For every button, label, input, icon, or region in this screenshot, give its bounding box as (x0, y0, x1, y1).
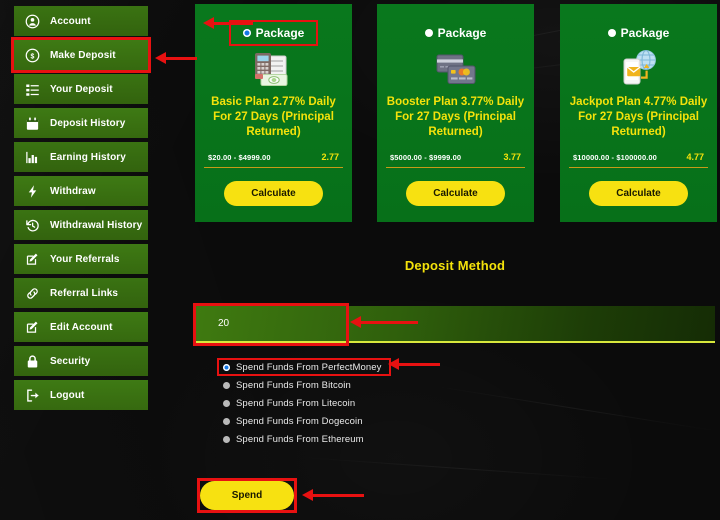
package-label: Package (255, 26, 305, 40)
sidebar-item-label: Your Deposit (50, 83, 113, 95)
mobile-globe-payment-icon (613, 48, 665, 90)
sidebar-item-your-referrals[interactable]: Your Referrals (14, 244, 148, 274)
page-root: Account $ Make Deposit Your Deposit Deposit … (0, 0, 720, 520)
package-card[interactable]: Package Basic Plan 2.77% Daily For 27 Day… (195, 4, 352, 222)
annotation-arrow-spend (302, 489, 364, 502)
sidebar-item-security[interactable]: Security (14, 346, 148, 376)
package-price-row: $5000.00 - $9999.00 3.77 (386, 152, 525, 168)
package-label: Package (437, 26, 487, 40)
package-price-range: $20.00 - $4999.00 (208, 153, 271, 162)
package-radio-icon[interactable] (424, 29, 433, 37)
package-card[interactable]: Package Jackpot Plan 4.77% Daily For 27 D… (560, 4, 717, 222)
sidebar-item-make-deposit[interactable]: $ Make Deposit (11, 37, 151, 73)
deposit-amount-field-wrapper (193, 303, 715, 346)
deposit-method-option[interactable]: Spend Funds From Litecoin (219, 394, 381, 412)
calculate-button[interactable]: Calculate (224, 181, 323, 206)
package-title: Booster Plan 3.77% Daily For 27 Days (Pr… (386, 96, 525, 139)
svg-text:$: $ (30, 53, 34, 60)
deposit-method-label: Spend Funds From Bitcoin (236, 379, 351, 391)
radio-icon[interactable] (223, 417, 230, 425)
calculate-button[interactable]: Calculate (406, 181, 505, 206)
credit-cards-icon (430, 48, 482, 90)
lightning-bolt-icon (23, 183, 41, 199)
package-price-range: $10000.00 - $100000.00 (573, 153, 657, 162)
sidebar-item-label: Your Referrals (50, 253, 120, 265)
sidebar-item-edit-account[interactable]: Edit Account (14, 312, 148, 342)
calculate-button[interactable]: Calculate (589, 181, 688, 206)
deposit-method-label: Spend Funds From Litecoin (236, 397, 356, 409)
package-price-row: $20.00 - $4999.00 2.77 (204, 152, 343, 168)
annotation-arrow-method (388, 358, 440, 371)
link-chain-icon (23, 285, 41, 301)
deposit-method-option[interactable]: Spend Funds From Bitcoin (219, 376, 381, 394)
sidebar-item-label: Referral Links (50, 287, 119, 299)
deposit-method-label: Spend Funds From Dogecoin (236, 415, 363, 427)
user-circle-icon (23, 13, 41, 29)
sidebar-item-label: Earning History (50, 151, 126, 163)
radio-icon[interactable] (223, 363, 230, 371)
sidebar-item-label: Security (50, 355, 91, 367)
deposit-amount-input[interactable] (196, 306, 715, 343)
sidebar-item-withdrawal-history[interactable]: Withdrawal History (14, 210, 148, 240)
spend-button-wrapper: Spend (197, 478, 297, 513)
sidebar-item-label: Edit Account (50, 321, 113, 333)
coin-dollar-icon: $ (23, 47, 41, 63)
sidebar-item-deposit-history[interactable]: Deposit History (14, 108, 148, 138)
package-card[interactable]: Package Booster Plan 3.77% Daily For 27 D… (377, 4, 534, 222)
deposit-method-label: Spend Funds From Ethereum (236, 433, 364, 445)
background-streak (300, 456, 620, 481)
package-radio-row[interactable]: Package (417, 24, 495, 42)
background-streak (431, 385, 719, 432)
edit-square-icon (23, 251, 41, 267)
calculator-money-icon (248, 48, 300, 90)
package-price-row: $10000.00 - $100000.00 4.77 (569, 152, 708, 168)
annotation-arrow-make-deposit (155, 52, 197, 65)
radio-icon[interactable] (223, 399, 230, 407)
package-label: Package (620, 26, 670, 40)
lock-icon (23, 353, 41, 369)
package-rate: 3.77 (503, 152, 521, 162)
logout-arrow-icon (23, 387, 41, 403)
sidebar-item-referral-links[interactable]: Referral Links (14, 278, 148, 308)
package-price-range: $5000.00 - $9999.00 (390, 153, 462, 162)
radio-icon[interactable] (223, 435, 230, 443)
clock-rewind-icon (23, 217, 41, 233)
sidebar-item-label: Account (50, 15, 91, 27)
sidebar-item-label: Deposit History (50, 117, 126, 129)
sidebar-item-label: Logout (50, 389, 85, 401)
deposit-method-heading: Deposit Method (404, 258, 506, 273)
sidebar-item-label: Withdrawal History (50, 219, 143, 231)
sidebar-item-label: Withdraw (50, 185, 96, 197)
package-radio-row[interactable]: Package (228, 20, 319, 46)
package-rate: 4.77 (686, 152, 704, 162)
deposit-method-list: Spend Funds From PerfectMoney Spend Funds… (216, 358, 392, 448)
radio-icon[interactable] (223, 381, 230, 389)
sidebar-item-account[interactable]: Account (14, 6, 148, 36)
deposit-method-option[interactable]: Spend Funds From Dogecoin (219, 412, 381, 430)
edit-square-icon (23, 319, 41, 335)
deposit-method-option[interactable]: Spend Funds From Ethereum (219, 430, 381, 448)
calendar-icon (23, 115, 41, 131)
sidebar-item-withdraw[interactable]: Withdraw (14, 176, 148, 206)
sidebar-item-earning-history[interactable]: Earning History (14, 142, 148, 172)
package-rate: 2.77 (321, 152, 339, 162)
sidebar-item-your-deposit[interactable]: Your Deposit (14, 74, 148, 104)
package-radio-icon[interactable] (242, 29, 251, 37)
package-title: Basic Plan 2.77% Daily For 27 Days (Prin… (211, 96, 336, 139)
sidebar: Account $ Make Deposit Your Deposit Deposit … (0, 0, 152, 520)
list-check-icon (23, 81, 41, 97)
spend-button[interactable]: Spend (200, 481, 294, 510)
deposit-method-label: Spend Funds From PerfectMoney (236, 361, 382, 373)
package-title: Jackpot Plan 4.77% Daily For 27 Days (Pr… (569, 96, 708, 139)
bar-chart-icon (23, 149, 41, 165)
package-radio-row[interactable]: Package (600, 24, 678, 42)
sidebar-item-label: Make Deposit (50, 49, 116, 61)
package-radio-icon[interactable] (607, 29, 616, 37)
deposit-method-option[interactable]: Spend Funds From PerfectMoney (216, 358, 392, 376)
sidebar-item-logout[interactable]: Logout (14, 380, 148, 410)
